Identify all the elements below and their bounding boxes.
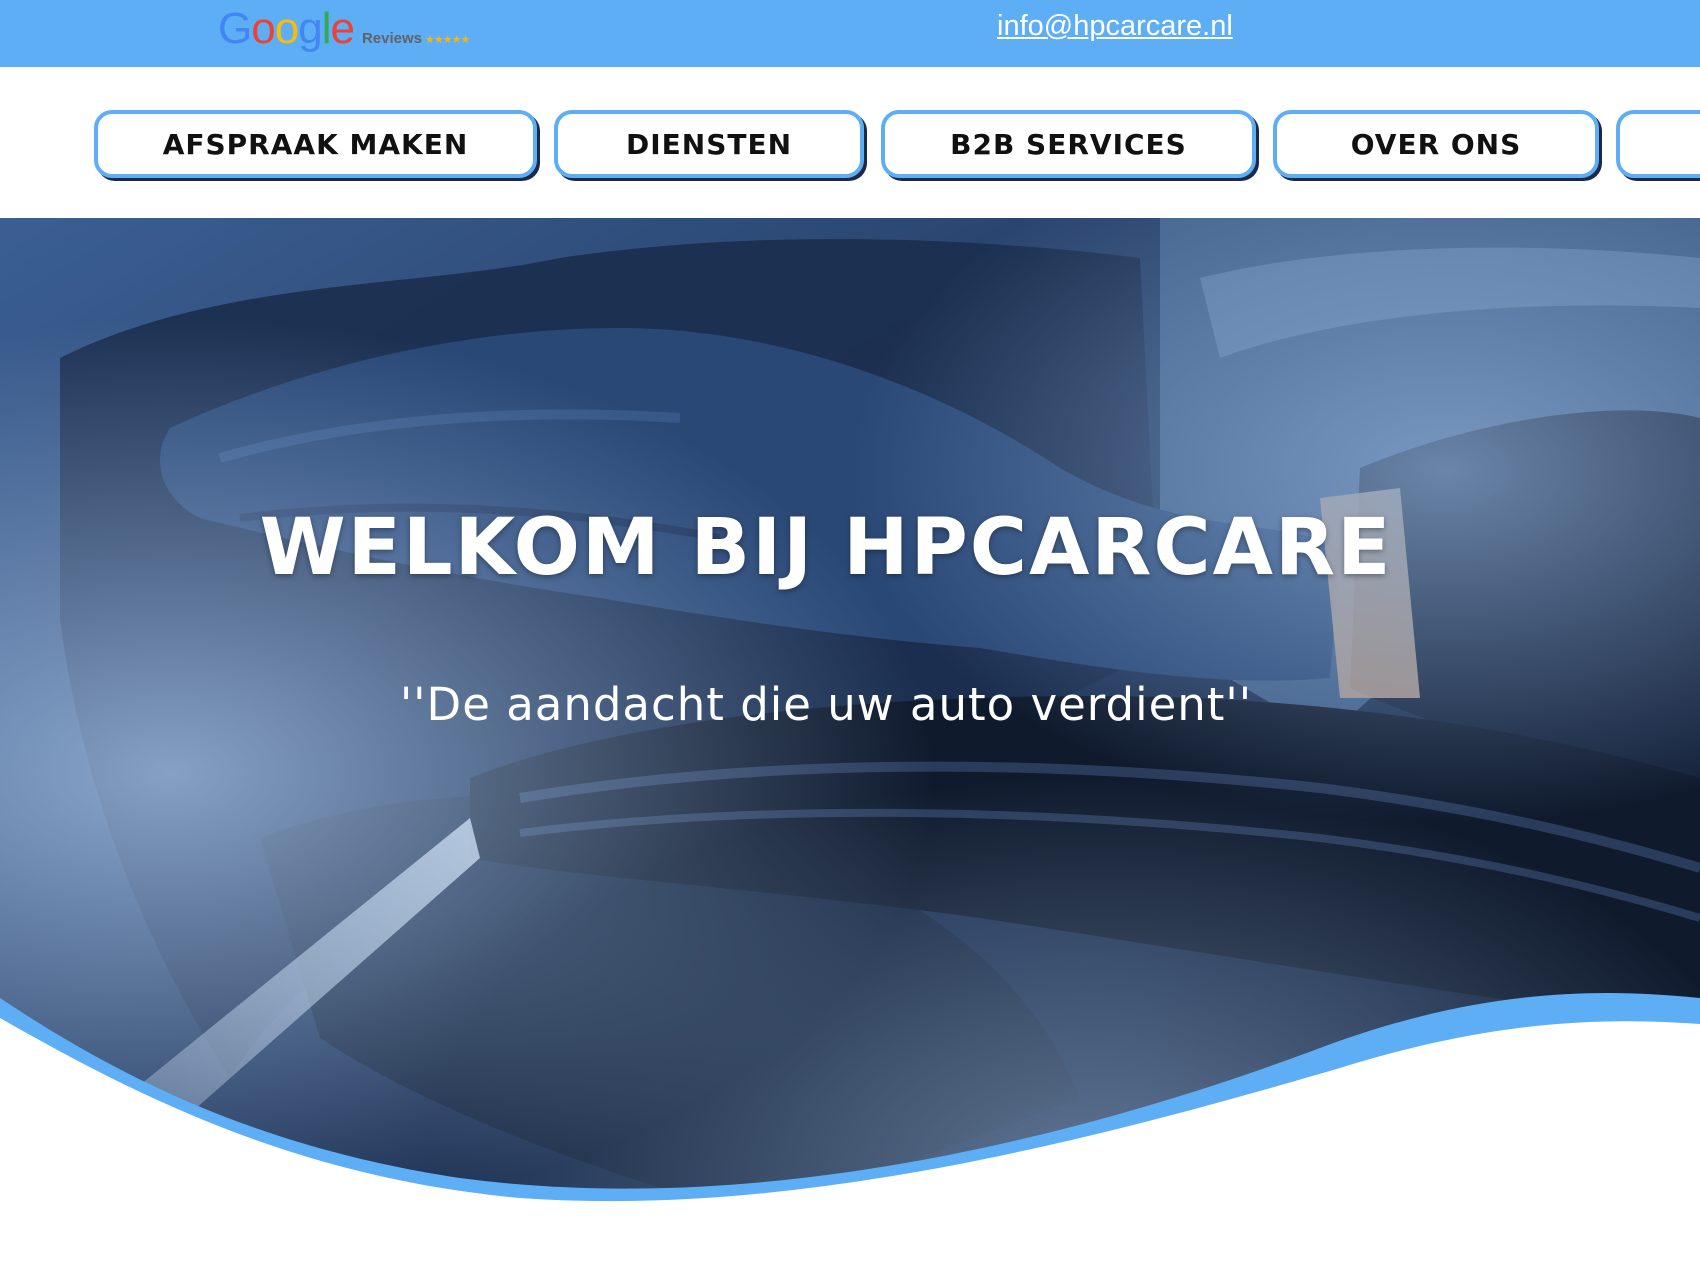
- hero-title: WELKOM BIJ HPCARCARE: [259, 503, 1393, 593]
- nav-diensten-button[interactable]: DIENSTEN: [554, 110, 864, 178]
- top-bar: Google Reviews ★★★★★ info@hpcarcare.nl: [0, 0, 1700, 67]
- nav-overflow-button[interactable]: [1616, 110, 1700, 178]
- google-reviews-label: Reviews: [361, 30, 422, 47]
- hero-subtitle: ''De aandacht die uw auto verdient'': [399, 678, 1253, 731]
- hero-section: WELKOM BIJ HPCARCARE ''De aandacht die u…: [0, 218, 1700, 1228]
- google-wordmark: Google: [218, 4, 355, 53]
- nav-over-ons-button[interactable]: OVER ONS: [1273, 110, 1599, 178]
- google-reviews-logo[interactable]: Google Reviews ★★★★★: [218, 4, 470, 53]
- nav-b2b-services-button[interactable]: B2B SERVICES: [881, 110, 1256, 178]
- nav-afspraak-maken-button[interactable]: AFSPRAAK MAKEN: [94, 110, 537, 178]
- star-rating-icon: ★★★★★: [425, 33, 470, 46]
- email-link[interactable]: info@hpcarcare.nl: [997, 10, 1233, 43]
